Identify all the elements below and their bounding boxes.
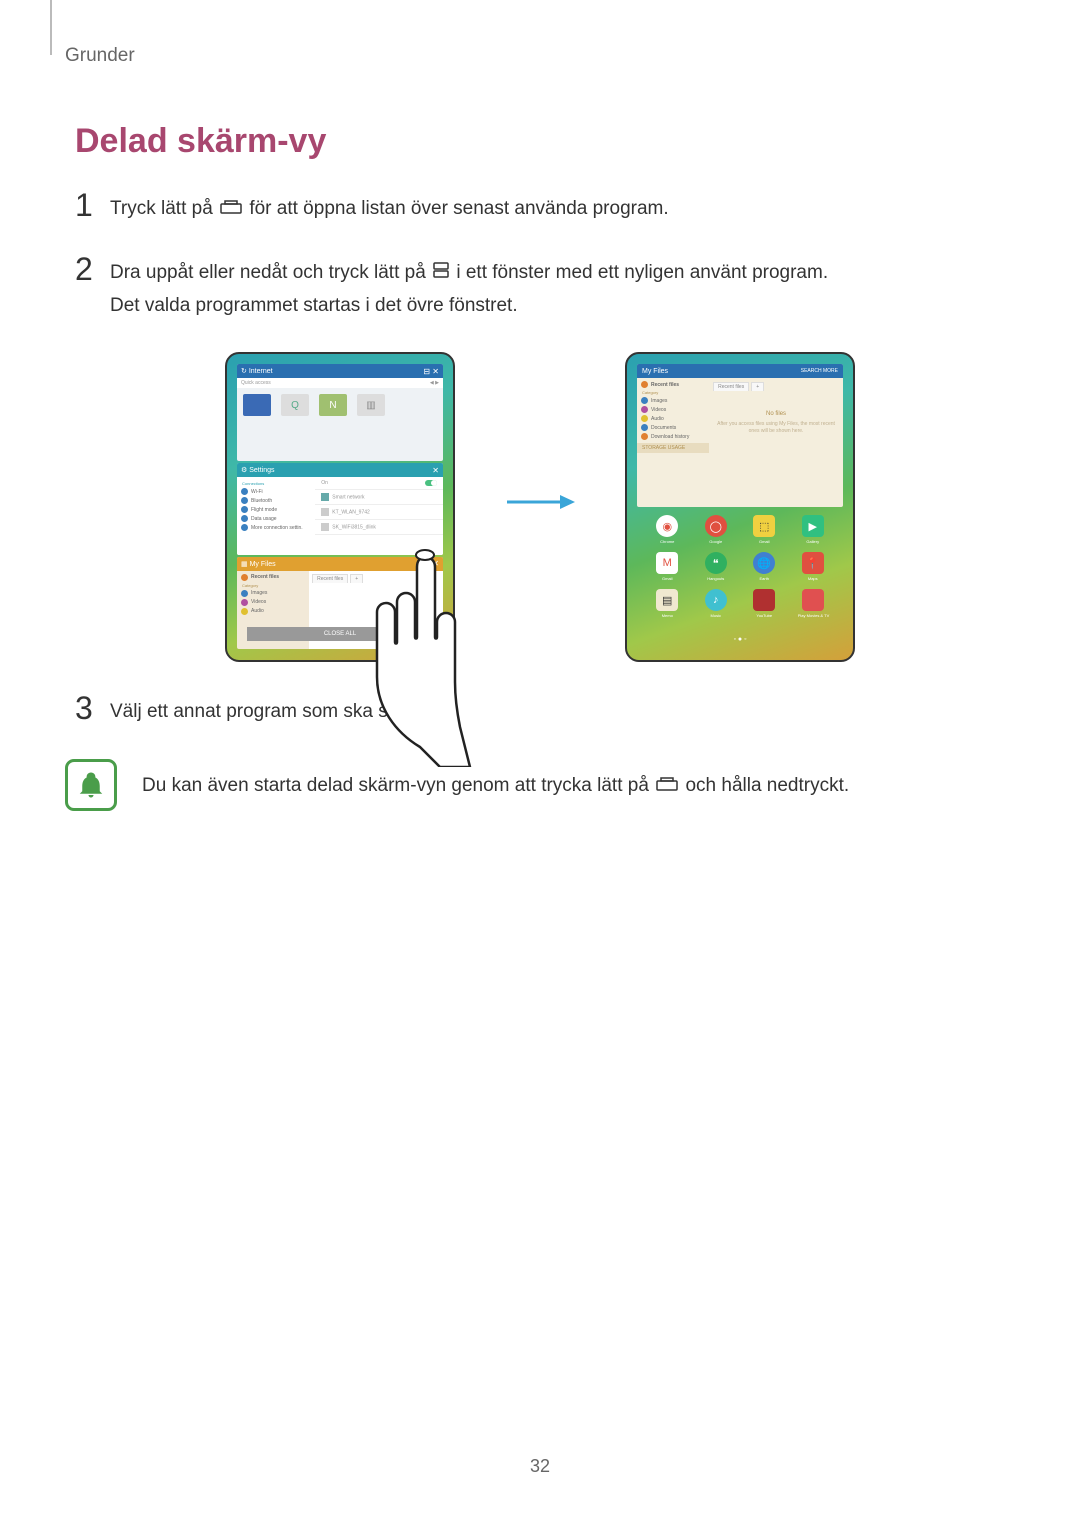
window-internet: ↻ Internet ⊟ ✕ Quick access ◀ ▶ Q N ▥ <box>237 364 443 461</box>
tile: Q <box>281 394 309 416</box>
note-text-pre: Du kan även starta delad skärm-vyn genom… <box>142 775 654 796</box>
step-number: 2 <box>75 253 110 285</box>
page-dots: ◦ ● ◦ <box>637 636 843 643</box>
close-all-button: CLOSE ALL <box>247 627 433 641</box>
step-2: 2 Dra uppåt eller nedåt och tryck lätt p… <box>75 253 1005 322</box>
win2-close: ✕ <box>432 466 439 475</box>
step3-text: Välj ett annat program som ska startas. <box>110 692 441 728</box>
win2-title: ⚙ Settings <box>241 466 275 474</box>
step-1: 1 Tryck lätt på för att öppna listan öve… <box>75 189 1005 225</box>
tile: ▥ <box>357 394 385 416</box>
step2-text-post: i ett fönster med ett nyligen använt pro… <box>456 263 828 284</box>
tablet-left: ↻ Internet ⊟ ✕ Quick access ◀ ▶ Q N ▥ <box>225 352 455 662</box>
note-tip: Du kan även starta delad skärm-vyn genom… <box>65 759 1005 811</box>
win3-icons: ⊟ ✕ <box>423 559 439 568</box>
window-settings: ⚙ Settings ✕ Connections Wi-Fi Bluetooth… <box>237 463 443 555</box>
step-3: 3 Välj ett annat program som ska startas… <box>75 692 1005 728</box>
step1-text-post: för att öppna listan över senast använda… <box>249 198 668 219</box>
step-number: 1 <box>75 189 110 221</box>
split-icon <box>433 257 449 289</box>
note-text-post: och hålla nedtryckt. <box>685 775 849 796</box>
step1-text-pre: Tryck lätt på <box>110 198 218 219</box>
recents-icon <box>220 193 242 225</box>
page-number: 32 <box>0 1456 1080 1477</box>
step2-text-pre: Dra uppåt eller nedåt och tryck lätt på <box>110 263 431 284</box>
recents-icon <box>656 770 678 802</box>
win3-title: ▦ My Files <box>241 560 276 568</box>
arrow-icon <box>505 352 575 517</box>
step2-line2: Det valda programmet startas i det övre … <box>110 295 518 316</box>
figure-left-wrapper: ↻ Internet ⊟ ✕ Quick access ◀ ▶ Q N ▥ <box>225 352 455 662</box>
tile: N <box>319 394 347 416</box>
tile <box>243 394 271 416</box>
figure-group: ↻ Internet ⊟ ✕ Quick access ◀ ▶ Q N ▥ <box>75 352 1005 662</box>
page-title: Delad skärm-vy <box>75 122 1005 161</box>
win1-title: ↻ Internet <box>241 367 273 375</box>
breadcrumb: Grunder <box>65 45 1005 67</box>
step-number: 3 <box>75 692 110 724</box>
browser-bar: Quick access ◀ ▶ <box>237 378 443 388</box>
win1-icons: ⊟ ✕ <box>423 367 439 376</box>
window-myfiles: ▦ My Files ⊟ ✕ Recent files Category Ima… <box>237 557 443 649</box>
tablet-right: My Files SEARCH MORE Recent files Catego… <box>625 352 855 662</box>
s2-title: My Files <box>642 368 668 375</box>
bell-icon <box>65 759 117 811</box>
s2-hdr-right: SEARCH MORE <box>801 368 838 374</box>
